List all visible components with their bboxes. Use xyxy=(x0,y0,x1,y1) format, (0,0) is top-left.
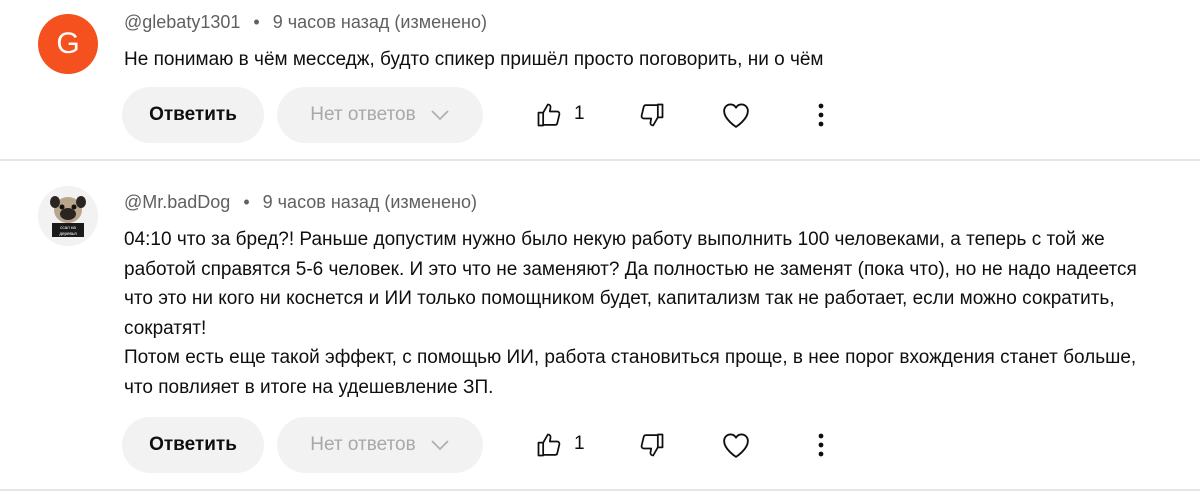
heart-icon[interactable] xyxy=(721,430,751,460)
comment-1: G @glebaty1301 • 9 часов назад (изменено… xyxy=(0,0,1200,160)
chevron-down-icon xyxy=(430,439,450,451)
pug-avatar-icon: ссал на деревья xyxy=(38,186,98,246)
replies-dropdown[interactable]: Нет ответов xyxy=(277,87,483,143)
comment-text: Не понимаю в чём месседж, будто спикер п… xyxy=(124,45,1164,75)
avatar-letter: G xyxy=(56,27,80,60)
heart-icon[interactable] xyxy=(721,100,751,130)
avatar[interactable]: ссал на деревья xyxy=(38,186,98,246)
avatar[interactable]: G xyxy=(38,14,98,74)
svg-text:ссал на: ссал на xyxy=(60,225,76,230)
comment-actions: Ответить Нет ответов 1 xyxy=(122,87,1122,143)
thumbs-down-icon[interactable] xyxy=(637,430,667,460)
comment-meta: @Mr.badDog • 9 часов назад (изменено) xyxy=(124,192,477,213)
replies-dropdown[interactable]: Нет ответов xyxy=(277,417,483,473)
comment-time[interactable]: 9 часов назад (изменено) xyxy=(273,12,487,32)
replies-label: Нет ответов xyxy=(310,104,416,125)
meta-separator: • xyxy=(253,12,260,32)
comment-time[interactable]: 9 часов назад (изменено) xyxy=(263,192,477,212)
comment-divider xyxy=(0,489,1200,491)
comment-2: ссал на деревья @Mr.badDog • 9 часов наз… xyxy=(0,162,1200,488)
like-count: 1 xyxy=(574,103,585,124)
meta-separator: • xyxy=(243,192,250,212)
thumbs-up-icon[interactable] xyxy=(534,430,564,460)
comment-meta: @glebaty1301 • 9 часов назад (изменено) xyxy=(124,12,487,33)
thumbs-down-icon[interactable] xyxy=(637,100,667,130)
like-count: 1 xyxy=(574,433,585,454)
author-name[interactable]: @Mr.badDog xyxy=(124,192,230,212)
more-vertical-icon[interactable] xyxy=(806,430,836,460)
comment-paragraph: Не понимаю в чём месседж, будто спикер п… xyxy=(124,49,824,70)
comment-paragraph: Потом есть еще такой эффект, с помощью И… xyxy=(124,347,1137,398)
chevron-down-icon xyxy=(430,109,450,121)
reply-button[interactable]: Ответить xyxy=(122,417,264,473)
comment-text: 04:10 что за бред?! Раньше допустим нужн… xyxy=(124,225,1164,402)
replies-label: Нет ответов xyxy=(310,434,416,455)
comment-paragraph: 04:10 что за бред?! Раньше допустим нужн… xyxy=(124,229,1137,339)
svg-text:деревья: деревья xyxy=(59,231,77,236)
comment-divider xyxy=(0,159,1200,161)
comment-actions: Ответить Нет ответов 1 xyxy=(122,417,1122,473)
author-name[interactable]: @glebaty1301 xyxy=(124,12,240,32)
more-vertical-icon[interactable] xyxy=(806,100,836,130)
reply-button[interactable]: Ответить xyxy=(122,87,264,143)
thumbs-up-icon[interactable] xyxy=(534,100,564,130)
